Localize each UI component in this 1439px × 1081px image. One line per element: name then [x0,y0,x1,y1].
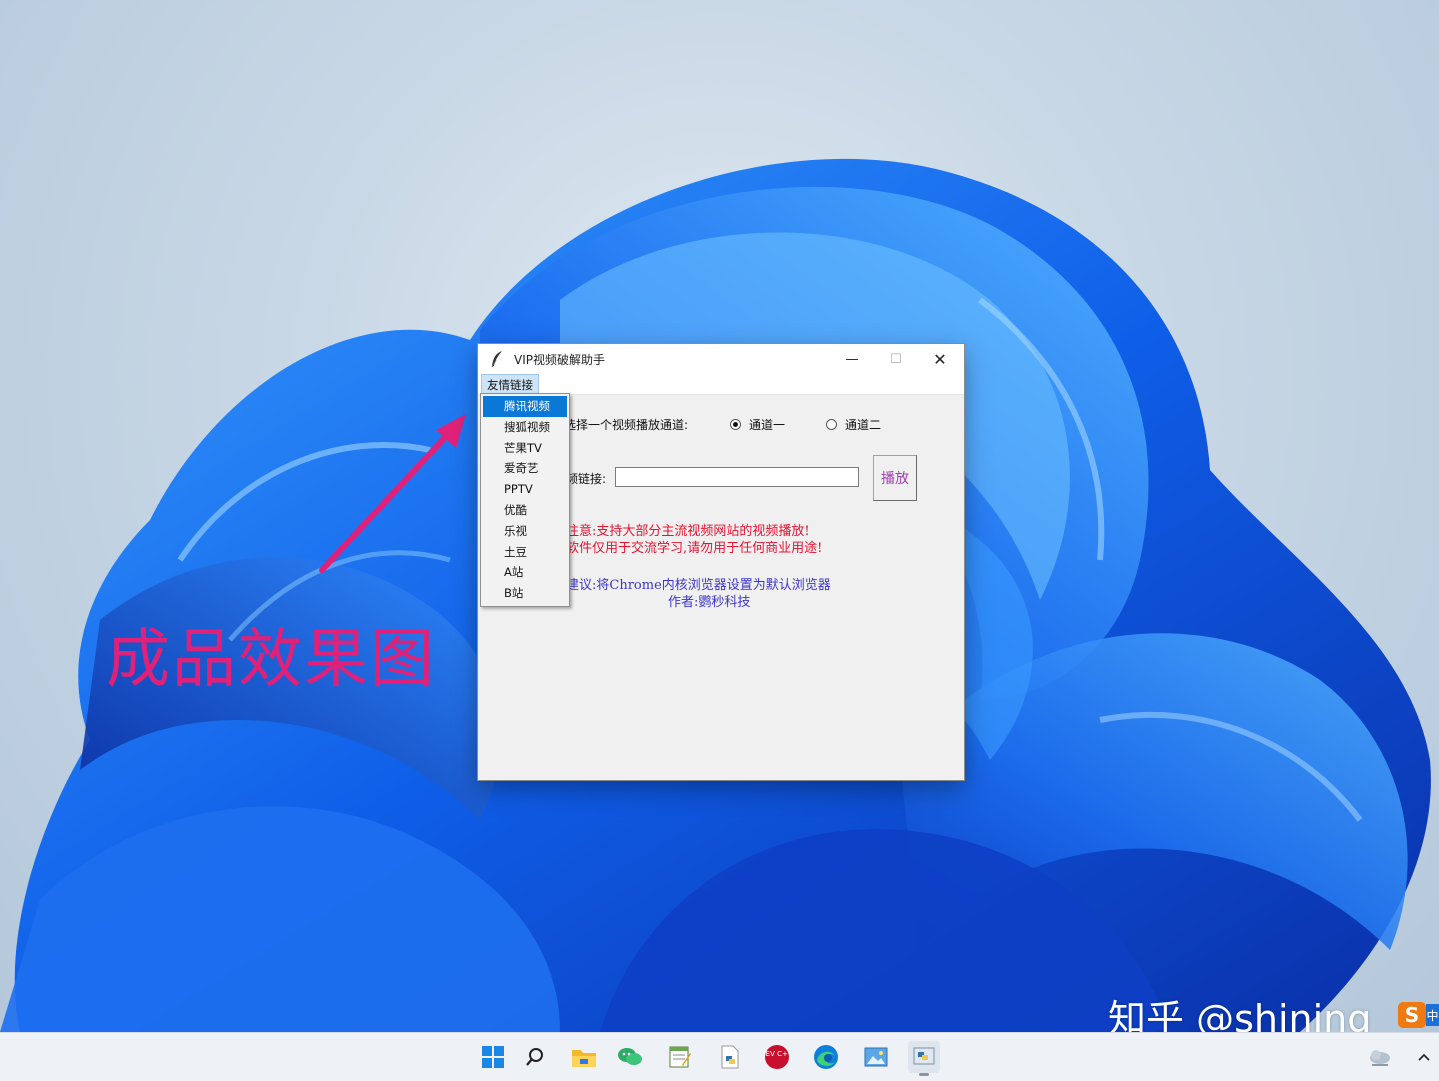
video-url-input[interactable] [615,467,859,487]
note-line-2: 软件仅用于交流学习,请勿用于任何商业用途! [566,541,823,556]
radio-channel-1[interactable]: 通道一 [730,416,785,433]
dropdown-item-youku[interactable]: 优酷 [483,500,567,521]
search-icon[interactable] [519,1041,551,1073]
weather-icon[interactable] [1364,1041,1396,1073]
windows-start-icon[interactable] [477,1041,509,1073]
link-label: 频链接: [566,472,607,486]
dropdown-item-iqiyi[interactable]: 爱奇艺 [483,458,567,479]
devcpp-icon[interactable]: DEV C++ [761,1041,793,1073]
edge-icon[interactable] [810,1041,842,1073]
file-explorer-icon[interactable] [568,1041,600,1073]
radio-dot [826,419,837,430]
ime-indicator-icon: 中 [1426,1004,1439,1026]
window-titlebar[interactable]: VIP视频破解助手 — ☐ ✕ [478,344,964,374]
chevron-up-icon[interactable] [1408,1041,1439,1073]
python-app-icon[interactable] [908,1041,940,1076]
dropdown-item-tencent[interactable]: 腾讯视频 [483,396,567,417]
window-title: VIP视频破解助手 [514,352,605,367]
menubar: 友情链接 [478,374,964,395]
feather-icon [486,348,508,370]
minimize-button[interactable]: — [830,344,874,374]
dropdown-item-sohu[interactable]: 搜狐视频 [483,417,567,438]
radio-channel-1-label: 通道一 [749,418,786,432]
notepad-icon[interactable] [664,1041,696,1073]
dropdown-item-letv[interactable]: 乐视 [483,521,567,542]
devcpp-label: DEV C++ [764,1050,790,1058]
author-line: 作者:鹦秒科技 [668,595,751,610]
friend-links-dropdown: 腾讯视频 搜狐视频 芒果TV 爱奇艺 PPTV 优酷 乐视 土豆 A站 B站 [480,393,570,607]
close-button[interactable]: ✕ [918,344,962,374]
taskbar: DEV C++ [0,1032,1439,1081]
python-file-icon[interactable] [714,1041,746,1073]
maximize-button[interactable]: ☐ [874,344,918,374]
sogou-logo-icon: S [1398,1002,1426,1028]
annotation-label: 成品效果图 [106,623,436,697]
image-viewer-icon[interactable] [860,1041,892,1073]
play-button[interactable]: 播放 [873,455,917,501]
radio-channel-2-label: 通道二 [845,418,882,432]
dropdown-item-bilibili[interactable]: B站 [483,583,567,604]
dropdown-item-mango[interactable]: 芒果TV [483,438,567,459]
wechat-icon[interactable] [614,1041,646,1073]
menu-friend-links[interactable]: 友情链接 [481,374,539,394]
active-app-indicator [919,1073,929,1076]
channel-label: 选择一个视频播放通道: [564,418,689,432]
radio-channel-2[interactable]: 通道二 [826,416,881,433]
radio-dot-selected [730,419,741,430]
dropdown-item-acfun[interactable]: A站 [483,562,567,583]
dropdown-item-pptv[interactable]: PPTV [483,479,567,500]
dropdown-item-tudou[interactable]: 土豆 [483,542,567,563]
